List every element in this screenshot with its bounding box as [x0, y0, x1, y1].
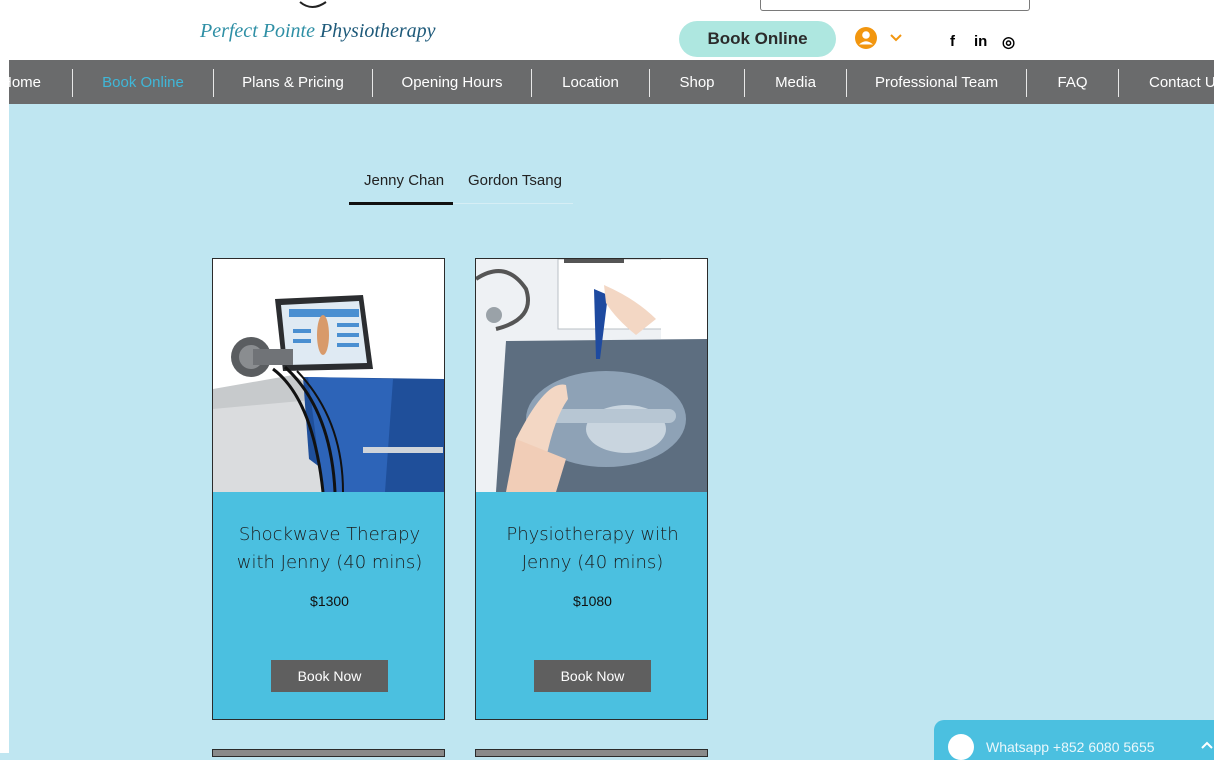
nav-item-home[interactable]: Home [0, 60, 72, 104]
tab-active-indicator [349, 202, 453, 205]
nav-item-plans-pricing[interactable]: Plans & Pricing [214, 60, 372, 104]
logo-swoosh-icon [299, 1, 327, 8]
chevron-down-icon[interactable] [888, 29, 904, 45]
user-avatar-icon[interactable] [855, 27, 877, 49]
nav-item-media[interactable]: Media [745, 60, 846, 104]
service-title: Physiotherapy with Jenny (40 mins) [476, 521, 707, 577]
instagram-icon[interactable]: ◎ [1002, 33, 1015, 51]
book-online-button[interactable]: Book Online [679, 21, 836, 57]
service-title-line: with Jenny (40 mins) [236, 552, 423, 573]
nav-item-professional-team[interactable]: Professional Team [847, 60, 1026, 104]
service-price: $1080 [573, 593, 612, 609]
left-edge-strip [0, 0, 9, 753]
service-card-physiotherapy[interactable]: Physiotherapy with Jenny (40 mins) $1080… [475, 258, 708, 720]
nav-item-shop[interactable]: Shop [650, 60, 744, 104]
service-price: $1300 [310, 593, 349, 609]
service-title-line: Shockwave Therapy [238, 524, 421, 545]
nav-item-book-online[interactable]: Book Online [73, 60, 213, 104]
tab-jenny-chan[interactable]: Jenny Chan [364, 172, 444, 189]
header [0, 0, 1214, 60]
logo-text[interactable]: Perfect Pointe Physiotherapy [200, 20, 435, 43]
nav-item-location[interactable]: Location [532, 60, 649, 104]
search-input[interactable] [760, 0, 1030, 11]
whatsapp-chat-widget[interactable]: Whatsapp +852 6080 5655 [934, 720, 1214, 760]
nav-item-opening-hours[interactable]: Opening Hours [373, 60, 531, 104]
linkedin-icon[interactable]: in [974, 33, 987, 50]
service-title-line: Jenny (40 mins) [521, 552, 664, 573]
service-card-shockwave[interactable]: Shockwave Therapy with Jenny (40 mins) $… [212, 258, 445, 720]
logo-text-physio: Physiotherapy [319, 20, 436, 42]
service-title-line: Physiotherapy with [506, 524, 679, 545]
service-card-partial[interactable] [212, 749, 445, 757]
facebook-icon[interactable]: f [950, 33, 955, 50]
nav-item-faq[interactable]: FAQ [1027, 60, 1118, 104]
whatsapp-avatar [948, 734, 974, 760]
shockwave-device-image [213, 259, 444, 492]
main-nav: Home Book Online Plans & Pricing Opening… [0, 60, 1214, 104]
book-now-button[interactable]: Book Now [271, 660, 388, 692]
book-now-button[interactable]: Book Now [534, 660, 651, 692]
chevron-up-icon[interactable] [1200, 738, 1214, 752]
xray-consultation-image [476, 259, 707, 492]
service-card-partial[interactable] [475, 749, 708, 757]
tab-gordon-tsang[interactable]: Gordon Tsang [468, 172, 562, 189]
logo-text-brand: Perfect Pointe [200, 20, 315, 42]
nav-divider [1118, 69, 1119, 97]
service-title: Shockwave Therapy with Jenny (40 mins) [213, 521, 444, 577]
nav-item-contact-us[interactable]: Contact Us [1149, 60, 1214, 104]
